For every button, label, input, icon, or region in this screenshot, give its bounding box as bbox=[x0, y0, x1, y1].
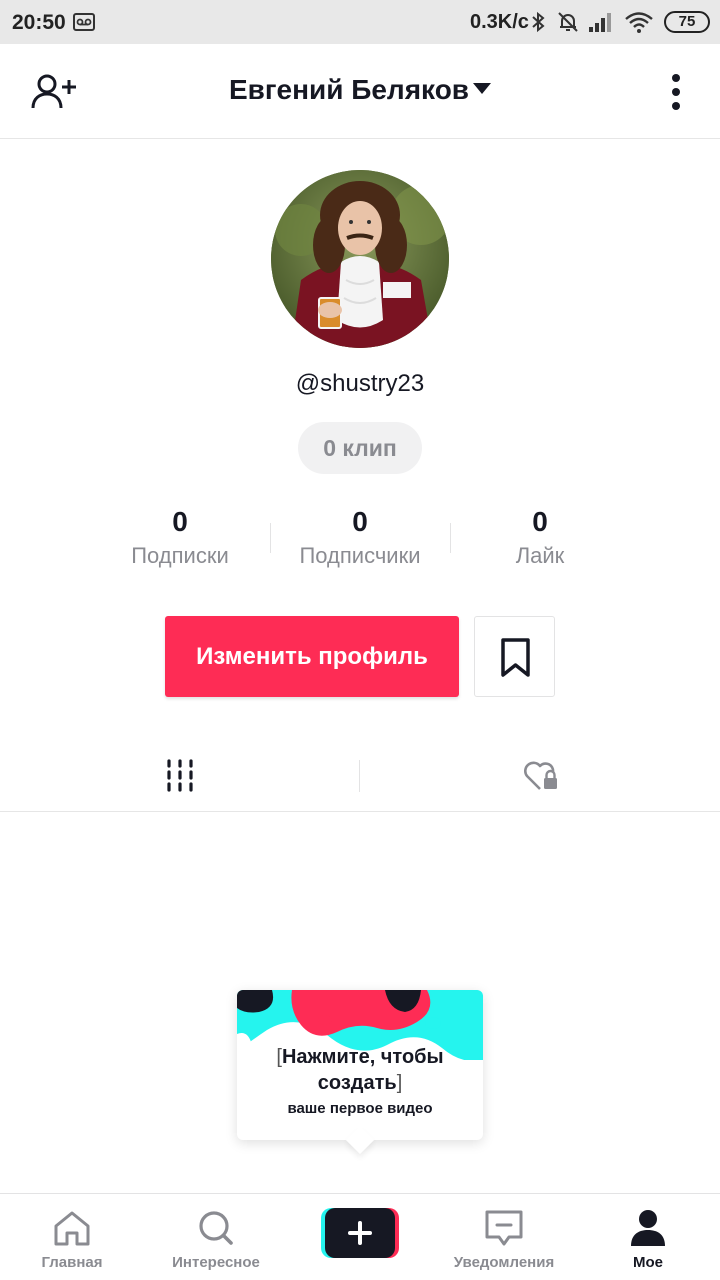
network-speed: 0.3K/c bbox=[470, 11, 529, 33]
stat-following[interactable]: 0 Подписки bbox=[90, 505, 270, 569]
avatar[interactable] bbox=[271, 170, 449, 348]
tooltip-title-text-2: создать bbox=[317, 1072, 397, 1094]
tooltip-subtitle: ваше первое видео bbox=[287, 1100, 433, 1117]
stat-label: Подписчики bbox=[299, 543, 421, 568]
nav-label: Уведомления bbox=[453, 1254, 555, 1271]
battery-indicator: 75 bbox=[664, 11, 710, 33]
profile-icon bbox=[631, 1210, 665, 1246]
message-icon bbox=[485, 1210, 523, 1246]
nav-discover[interactable]: Интересное bbox=[144, 1194, 288, 1280]
search-icon bbox=[199, 1211, 233, 1245]
tooltip-title: [Нажмите, чтобы bbox=[237, 1046, 483, 1069]
status-time: 20:50 bbox=[12, 11, 66, 34]
stat-value: 0 bbox=[352, 506, 368, 537]
grid-icon bbox=[167, 759, 193, 792]
nav-label: Интересное bbox=[172, 1254, 260, 1271]
edit-profile-button[interactable]: Изменить профиль bbox=[165, 616, 459, 697]
status-bar: 20:50 0.3K/c 75 bbox=[0, 0, 720, 44]
tab-videos[interactable] bbox=[0, 740, 360, 812]
tab-liked[interactable] bbox=[360, 740, 720, 812]
signal-icon bbox=[589, 13, 611, 32]
nav-label: Мое bbox=[633, 1254, 663, 1271]
stat-value: 0 bbox=[172, 506, 188, 537]
heart-lock-icon bbox=[524, 761, 557, 790]
page-title: Евгений Беляков bbox=[228, 74, 470, 105]
stat-likes[interactable]: 0 Лайк bbox=[450, 505, 630, 569]
stat-value: 0 bbox=[532, 506, 548, 537]
wifi-icon bbox=[625, 12, 653, 33]
stat-label: Лайк bbox=[515, 543, 565, 568]
nav-home[interactable]: Главная bbox=[0, 1194, 144, 1280]
content-tabs bbox=[0, 740, 720, 812]
username: @shustry23 bbox=[295, 370, 425, 397]
plus-icon bbox=[321, 1208, 399, 1258]
tooltip-title-text: Нажмите, чтобы bbox=[281, 1046, 444, 1068]
bottom-navigation: Главная Интересное Уведомления Мое bbox=[0, 1193, 720, 1280]
profile-header: Евгений Беляков bbox=[0, 44, 720, 139]
nav-label: Главная bbox=[41, 1254, 103, 1271]
tooltip-pointer bbox=[345, 1125, 375, 1155]
create-first-video-tooltip[interactable]: [Нажмите, чтобы создать] ваше первое вид… bbox=[237, 990, 483, 1155]
battery-level: 75 bbox=[678, 13, 696, 30]
mute-bell-icon bbox=[558, 12, 578, 32]
stat-followers[interactable]: 0 Подписчики bbox=[270, 505, 450, 569]
nav-create[interactable] bbox=[288, 1194, 432, 1280]
favorites-button[interactable] bbox=[474, 616, 555, 697]
bluetooth-icon bbox=[532, 11, 545, 33]
tooltip-bracket-close: ] bbox=[396, 1072, 403, 1094]
tooltip-title-2: создать] bbox=[237, 1072, 483, 1095]
avatar-portrait bbox=[271, 170, 449, 348]
more-vertical-icon[interactable] bbox=[664, 72, 688, 112]
stat-label: Подписки bbox=[131, 543, 229, 568]
caret-down-icon bbox=[473, 83, 492, 94]
nav-inbox[interactable]: Уведомления bbox=[432, 1194, 576, 1280]
clip-count-badge[interactable]: 0 клип bbox=[298, 422, 422, 474]
voicemail-icon bbox=[73, 13, 95, 31]
profile-stats: 0 Подписки 0 Подписчики 0 Лайк bbox=[90, 505, 630, 575]
account-switcher[interactable]: Евгений Беляков bbox=[0, 74, 720, 106]
nav-profile[interactable]: Мое bbox=[576, 1194, 720, 1280]
bookmark-icon bbox=[501, 638, 530, 677]
home-icon bbox=[54, 1211, 90, 1246]
